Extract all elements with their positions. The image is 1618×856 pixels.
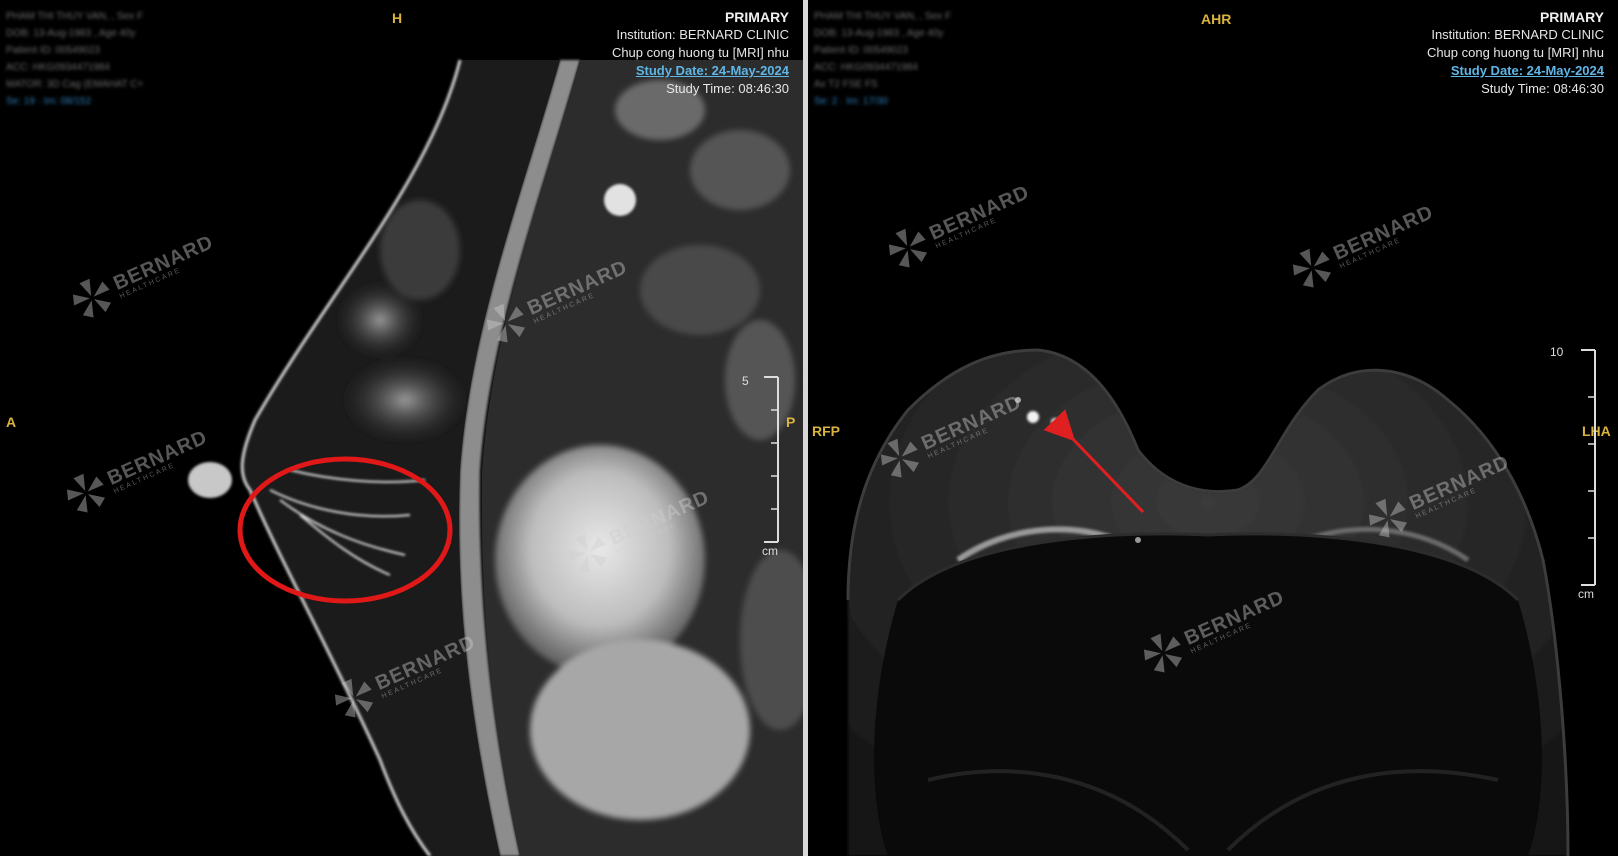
scale-bar-left: 5 cm bbox=[742, 374, 779, 558]
study-date-link[interactable]: Study Date: 24-May-2024 bbox=[1427, 62, 1604, 80]
orientation-top-right: AHR bbox=[1201, 11, 1232, 27]
sagittal-mri-image bbox=[188, 59, 803, 856]
patient-info-left: PHAM THI THUY VAN, , Sex F DOB: 13-Aug-1… bbox=[6, 11, 144, 107]
orientation-top-left: H bbox=[392, 10, 403, 26]
study-header-right: PRIMARY Institution: BERNARD CLINIC Chup… bbox=[1427, 8, 1604, 98]
orientation-left-right: RFP bbox=[812, 423, 840, 439]
study-name-label: Chup cong huong tu [MRI] nhu bbox=[1426, 45, 1604, 60]
orientation-right-left: P bbox=[786, 414, 796, 430]
study-date-link[interactable]: Study Date: 24-May-2024 bbox=[612, 62, 789, 80]
orientation-left-left: A bbox=[6, 414, 17, 430]
study-time-label: Study Time: 08:46:30 bbox=[1481, 81, 1604, 96]
primary-label: PRIMARY bbox=[1539, 9, 1604, 25]
institution-label: Institution: BERNARD CLINIC bbox=[616, 27, 789, 42]
institution-label: Institution: BERNARD CLINIC bbox=[1431, 27, 1604, 42]
study-header-left: PRIMARY Institution: BERNARD CLINIC Chup… bbox=[612, 8, 789, 98]
left-viewport-sagittal[interactable]: PHAM THI THUY VAN, , Sex F DOB: 13-Aug-1… bbox=[0, 0, 803, 856]
study-time-label: Study Time: 08:46:30 bbox=[666, 81, 789, 96]
patient-info-right: PHAM THI THUY VAN, , Sex F DOB: 13-Aug-1… bbox=[814, 11, 952, 107]
right-viewport-axial[interactable]: PHAM THI THUY VAN, , Sex F DOB: 13-Aug-1… bbox=[808, 0, 1618, 856]
primary-label: PRIMARY bbox=[724, 9, 789, 25]
scale-bar-right: 10 cm bbox=[1550, 345, 1596, 601]
study-name-label: Chup cong huong tu [MRI] nhu bbox=[611, 45, 789, 60]
